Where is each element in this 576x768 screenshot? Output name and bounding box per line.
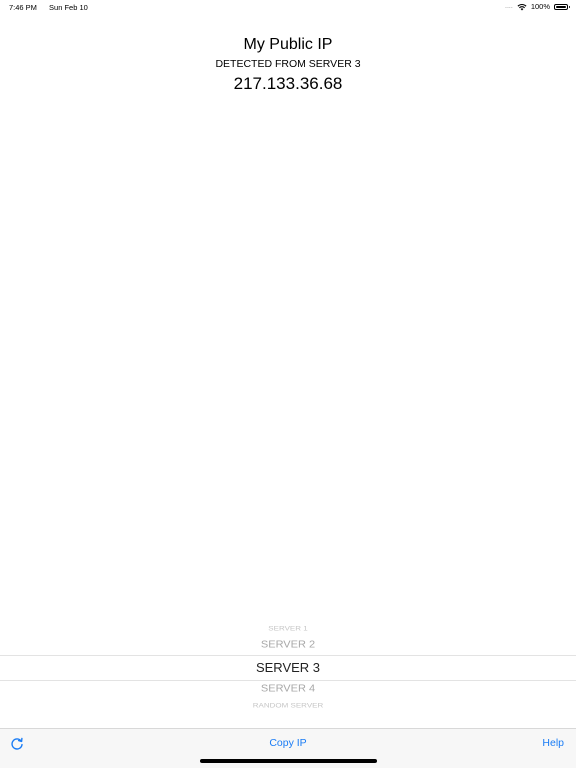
- battery-icon: [554, 3, 570, 10]
- status-left: 7:46 PM Sun Feb 10: [9, 3, 88, 12]
- server-picker[interactable]: SERVER 1 SERVER 2 SERVER 3 SERVER 4 RAND…: [0, 620, 576, 716]
- detected-server-label: DETECTED FROM SERVER 3: [215, 58, 361, 70]
- help-button[interactable]: Help: [542, 737, 564, 749]
- copy-ip-button[interactable]: Copy IP: [248, 737, 328, 749]
- picker-item-server-3[interactable]: SERVER 3: [0, 660, 576, 675]
- ip-address-value: 217.133.36.68: [233, 74, 343, 93]
- status-bar: 7:46 PM Sun Feb 10 .... 100%: [0, 0, 576, 14]
- cellular-signal-icon: ....: [505, 3, 513, 10]
- status-right: .... 100%: [505, 2, 570, 11]
- refresh-icon: [11, 737, 23, 750]
- status-date: Sun Feb 10: [49, 3, 88, 12]
- wifi-icon: [517, 3, 527, 10]
- ip-header: My Public IP DETECTED FROM SERVER 3 217.…: [0, 34, 576, 96]
- picker-item-server-4[interactable]: SERVER 4: [0, 684, 576, 695]
- app-screen: 7:46 PM Sun Feb 10 .... 100% My Public I…: [0, 0, 576, 768]
- home-indicator[interactable]: [200, 759, 377, 763]
- page-title: My Public IP: [243, 36, 333, 53]
- picker-item-server-2[interactable]: SERVER 2: [0, 640, 576, 651]
- battery-fill: [556, 5, 566, 8]
- picker-item-server-1[interactable]: SERVER 1: [0, 625, 576, 632]
- battery-percent: 100%: [530, 2, 550, 11]
- picker-item-random-server[interactable]: RANDOM SERVER: [0, 702, 576, 709]
- status-time: 7:46 PM: [9, 3, 37, 12]
- refresh-button[interactable]: [9, 736, 25, 752]
